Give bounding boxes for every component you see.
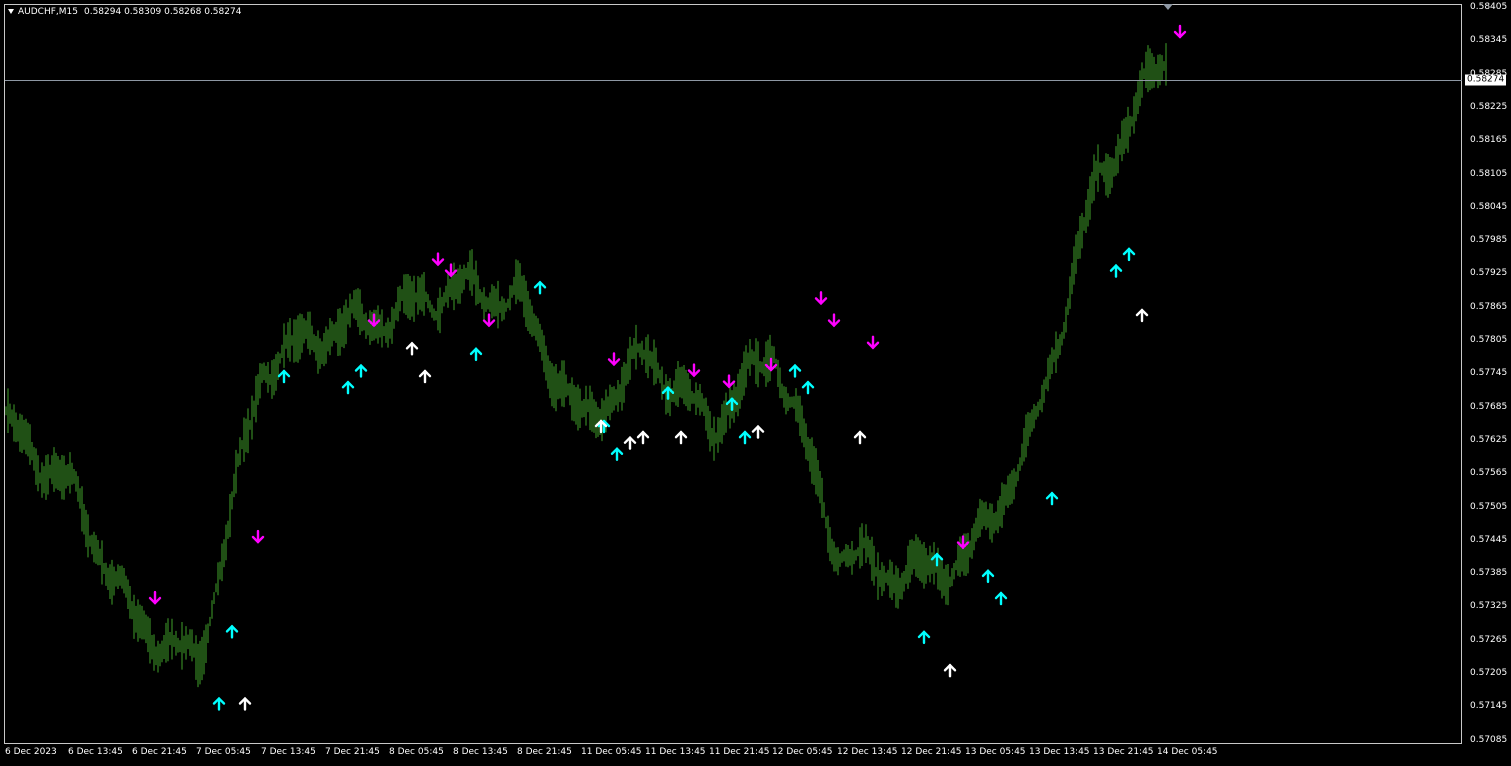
time-tick-label: 7 Dec 21:45 — [325, 747, 380, 757]
sell-signal-arrow-down-icon — [687, 363, 701, 378]
current-price-line — [5, 79, 1462, 81]
buy-signal-arrow-up-icon — [1122, 247, 1136, 262]
time-tick-label: 13 Dec 13:45 — [1029, 747, 1090, 757]
sell-signal-arrow-down-icon — [1173, 24, 1187, 39]
signal-arrow-up-white-icon — [623, 435, 637, 450]
time-tick-label: 12 Dec 05:45 — [772, 747, 833, 757]
time-tick-label: 6 Dec 21:45 — [132, 747, 187, 757]
time-tick-label: 12 Dec 21:45 — [901, 747, 962, 757]
time-tick-label: 8 Dec 05:45 — [389, 747, 444, 757]
time-tick-label: 12 Dec 13:45 — [837, 747, 898, 757]
sell-signal-arrow-down-icon — [814, 291, 828, 306]
time-tick-label: 13 Dec 05:45 — [965, 747, 1026, 757]
sell-signal-arrow-down-icon — [827, 313, 841, 328]
time-tick-label: 7 Dec 13:45 — [261, 747, 316, 757]
signal-arrow-up-white-icon — [1135, 308, 1149, 323]
price-tick-label: 0.57985 — [1470, 235, 1508, 246]
price-tick-label: 0.57385 — [1470, 568, 1508, 579]
buy-signal-arrow-up-icon — [354, 363, 368, 378]
time-tick-label: 11 Dec 13:45 — [645, 747, 706, 757]
sell-signal-arrow-down-icon — [866, 335, 880, 350]
price-tick-label: 0.58105 — [1470, 168, 1508, 179]
price-tick-label: 0.57925 — [1470, 268, 1508, 279]
price-tick-label: 0.57325 — [1470, 601, 1508, 612]
signal-arrow-up-white-icon — [853, 430, 867, 445]
buy-signal-arrow-up-icon — [738, 430, 752, 445]
buy-signal-arrow-up-icon — [212, 696, 226, 711]
signal-arrow-up-white-icon — [418, 369, 432, 384]
price-tick-label: 0.58285 — [1470, 68, 1508, 79]
time-tick-label: 7 Dec 05:45 — [196, 747, 251, 757]
price-tick-label: 0.57745 — [1470, 368, 1508, 379]
buy-signal-arrow-up-icon — [1045, 491, 1059, 506]
sell-signal-arrow-down-icon — [251, 529, 265, 544]
buy-signal-arrow-up-icon — [533, 280, 547, 295]
time-tick-label: 6 Dec 13:45 — [68, 747, 123, 757]
sell-signal-arrow-down-icon — [431, 252, 445, 267]
price-tick-label: 0.57685 — [1470, 401, 1508, 412]
signal-arrow-up-white-icon — [405, 341, 419, 356]
buy-signal-arrow-up-icon — [981, 569, 995, 584]
buy-signal-arrow-up-icon — [917, 630, 931, 645]
signal-arrow-up-white-icon — [943, 663, 957, 678]
time-tick-label: 8 Dec 21:45 — [517, 747, 572, 757]
price-tick-label: 0.58165 — [1470, 135, 1508, 146]
price-tick-label: 0.57805 — [1470, 335, 1508, 345]
buy-signal-arrow-up-icon — [341, 380, 355, 395]
buy-signal-arrow-up-icon — [1109, 263, 1123, 278]
signal-arrow-up-white-icon — [636, 430, 650, 445]
time-tick-label: 11 Dec 21:45 — [709, 747, 770, 757]
price-tick-label: 0.57205 — [1470, 668, 1508, 678]
time-tick-label: 13 Dec 21:45 — [1093, 747, 1154, 757]
buy-signal-arrow-up-icon — [610, 447, 624, 461]
price-tick-label: 0.58045 — [1470, 201, 1508, 212]
buy-signal-arrow-up-icon — [469, 347, 483, 362]
price-tick-label: 0.57085 — [1470, 734, 1508, 745]
buy-signal-arrow-up-icon — [994, 591, 1008, 606]
buy-signal-arrow-up-icon — [225, 624, 239, 639]
sell-signal-arrow-down-icon — [722, 374, 736, 389]
price-tick-label: 0.57445 — [1470, 534, 1508, 545]
price-tick-label: 0.57565 — [1470, 468, 1508, 479]
signal-arrow-up-white-icon — [238, 696, 252, 711]
price-tick-label: 0.57265 — [1470, 634, 1508, 645]
price-tick-label: 0.58345 — [1470, 35, 1508, 46]
signal-arrow-up-white-icon — [674, 430, 688, 445]
signal-arrow-up-white-icon — [751, 424, 765, 439]
price-tick-label: 0.58225 — [1470, 101, 1508, 112]
price-tick-label: 0.57505 — [1470, 501, 1508, 512]
price-tick-label: 0.58405 — [1470, 2, 1508, 12]
time-tick-label: 11 Dec 05:45 — [581, 747, 642, 757]
time-tick-label: 14 Dec 05:45 — [1157, 747, 1218, 757]
sell-signal-arrow-down-icon — [148, 590, 162, 605]
buy-signal-arrow-up-icon — [801, 380, 815, 395]
price-plot — [5, 24, 1187, 711]
price-tick-label: 0.57865 — [1470, 301, 1508, 312]
price-tick-label: 0.57625 — [1470, 434, 1508, 445]
price-tick-label: 0.57145 — [1470, 701, 1508, 712]
buy-signal-arrow-up-icon — [277, 369, 291, 384]
time-tick-label: 6 Dec 2023 — [5, 747, 57, 757]
time-tick-label: 8 Dec 13:45 — [453, 747, 508, 757]
sell-signal-arrow-down-icon — [607, 352, 621, 367]
buy-signal-arrow-up-icon — [788, 363, 802, 378]
